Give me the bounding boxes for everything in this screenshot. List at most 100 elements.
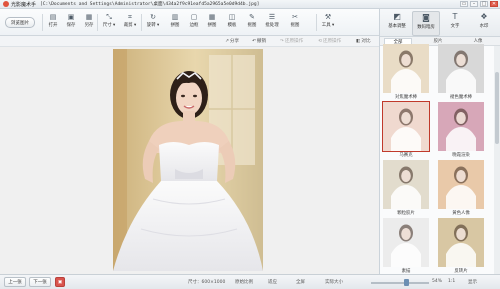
restore-button[interactable]: ⟲ 还原操作 [318, 38, 341, 45]
tool-button-0[interactable]: ▤ 打开 [45, 12, 61, 34]
tab-watermark[interactable]: ❖ 水印 [470, 11, 498, 36]
image-canvas[interactable] [0, 47, 379, 274]
panel-scrollbar[interactable] [494, 46, 500, 274]
tool-button-5[interactable]: ↻ 旋转 ▾ [145, 12, 161, 34]
scrollbar-thumb[interactable] [495, 72, 499, 144]
save-as-icon: ▦ [85, 13, 93, 21]
app-name: 光影魔术手 [11, 1, 37, 8]
previous-image-button[interactable]: 上一张 [4, 277, 26, 287]
effect-preview-image [383, 160, 429, 209]
effects-panel: ◩ 基本调整 ◙ 数码暗房 T 文字 ❖ 水印 全部 胶片 人像 对焦魔术棒 褪色… [379, 9, 500, 274]
tool-label: 模板 [227, 23, 237, 28]
effect-preview-image [383, 218, 429, 267]
fit-button[interactable]: 适应 [268, 279, 277, 285]
adjust-icon: ◩ [393, 12, 401, 21]
save-icon: ▣ [67, 13, 75, 21]
tool-label: 拼图 [207, 23, 217, 28]
redo-button[interactable]: ↷ 还原操作 [280, 38, 304, 45]
fullscreen-button[interactable]: 全屏 [296, 279, 305, 285]
tool-button-1[interactable]: ▣ 保存 [63, 12, 79, 34]
effect-preview-image [382, 101, 430, 152]
effect-thumbnail[interactable]: 褪色魔术棒 [436, 44, 486, 102]
effect-thumbnail[interactable]: 对焦魔术棒 [381, 44, 431, 102]
share-label: 分享 [229, 39, 240, 44]
share-icon: ↗ [225, 38, 229, 44]
redo-label: 还原操作 [284, 39, 304, 44]
collage-icon: ▥ [171, 13, 179, 21]
zoom-slider[interactable] [371, 282, 429, 284]
effect-thumbnail[interactable]: 颗粒胶片 [381, 160, 431, 218]
tool-button-7[interactable]: ▢ 边框 [186, 12, 202, 34]
tool-button-8[interactable]: ▦ 拼图 [204, 12, 220, 34]
darkroom-icon: ◙ [422, 13, 430, 22]
panel-tabs: ◩ 基本调整 ◙ 数码暗房 T 文字 ❖ 水印 [380, 9, 500, 37]
tool-label: 旋转 ▾ [146, 23, 160, 28]
open-folder-icon: ▤ [49, 13, 57, 21]
effect-thumbnail[interactable]: 素描 [381, 218, 431, 276]
tool-button-13[interactable]: ⚒ 工具 ▾ [320, 12, 336, 34]
effect-label: 颗粒胶片 [397, 211, 415, 216]
image-size: 尺寸：600×1000 [188, 280, 226, 285]
effect-label: 对焦魔术棒 [395, 95, 417, 100]
effect-preview-image [438, 102, 484, 151]
tool-button-2[interactable]: ▦ 另存 [81, 12, 97, 34]
minimize-icon[interactable]: – [470, 1, 478, 7]
original-ratio-button[interactable]: 原始比例 [235, 279, 253, 285]
tool-button-10[interactable]: ✎ 抠图 [244, 12, 260, 34]
maximize-icon[interactable]: □ [480, 1, 488, 7]
compare-button[interactable]: ◧ 对比 [356, 38, 371, 45]
effect-preview-image [438, 160, 484, 209]
toolbar-divider [97, 14, 98, 31]
redo-icon: ↷ [280, 38, 284, 44]
effect-thumbnail[interactable]: 晚霞渲染 [436, 102, 486, 160]
app-logo-icon [3, 1, 9, 7]
tab-label: 基本调整 [388, 24, 406, 29]
tool-button-11[interactable]: ☰ 批处理 [264, 12, 280, 34]
effect-preview-image [438, 44, 484, 93]
tool-label: 打开 [48, 23, 58, 28]
tool-label: 拼图 [170, 23, 180, 28]
tools-icon: ⚒ [324, 13, 332, 21]
effect-thumbnail[interactable]: 黄色人像 [436, 160, 486, 218]
tool-button-3[interactable]: ⤡ 尺寸 ▾ [101, 12, 117, 34]
undo-icon: ↶ [252, 38, 256, 44]
main-toolbar: 浏览图片 ▤ 打开 ▣ 保存 ▦ 另存 ⤡ 尺寸 ▾ ⌗ 裁剪 ▾ ↻ 旋转 ▾ ▥ 拼图 ▢ 边框 ▦ 拼图 ◫ 模… [0, 9, 379, 36]
tool-label: 抠图 [247, 23, 257, 28]
edit-subbar: ↗ 分享 ↶ 撤销 ↷ 还原操作 ⟲ 还原操作 ◧ 对比 [0, 36, 379, 47]
display-more-button[interactable]: 显示 [468, 279, 477, 285]
browse-images-button[interactable]: 浏览图片 [5, 17, 35, 28]
tool-label: 裁剪 ▾ [123, 23, 137, 28]
tool-label: 边框 [189, 23, 199, 28]
tool-label: 尺寸 ▾ [102, 23, 116, 28]
crop-icon: ⌗ [128, 13, 132, 21]
effect-label: 马赛克 [399, 153, 413, 158]
effect-thumbnail[interactable]: 马赛克 [381, 101, 431, 160]
restore-icon[interactable]: ▭ [460, 1, 468, 7]
frame-icon: ▢ [190, 13, 198, 21]
zoom-slider-handle[interactable] [404, 279, 409, 286]
undo-label: 撤销 [256, 39, 267, 44]
tool-button-12[interactable]: ✂ 抠图 [287, 12, 303, 34]
tool-label: 工具 ▾ [321, 23, 335, 28]
compare-label: 对比 [361, 39, 371, 44]
tab-basic-adjust[interactable]: ◩ 基本调整 [383, 11, 411, 36]
zoom-percent: 54% [432, 279, 443, 284]
ratio-one-to-one[interactable]: 1:1 [448, 279, 455, 284]
restore-op-icon: ⟲ [318, 38, 322, 44]
actual-size-button[interactable]: 实际大小 [325, 279, 343, 285]
tool-button-6[interactable]: ▥ 拼图 [167, 12, 183, 34]
share-button[interactable]: ↗ 分享 [225, 38, 240, 45]
close-icon[interactable]: ✕ [490, 1, 498, 7]
tool-button-4[interactable]: ⌗ 裁剪 ▾ [122, 12, 138, 34]
tool-button-9[interactable]: ◫ 模板 [224, 12, 240, 34]
effect-thumbnail[interactable]: 反转片 [436, 218, 486, 276]
watermark-icon: ❖ [480, 12, 488, 21]
undo-button[interactable]: ↶ 撤销 [252, 38, 267, 45]
effect-thumbnails: 对焦魔术棒 褪色魔术棒马赛克 晚霞渲染颗粒胶片 黄色人像 素描 反转片 [380, 44, 494, 276]
next-image-button[interactable]: 下一张 [29, 277, 51, 287]
tab-text[interactable]: T 文字 [441, 11, 469, 36]
puzzle-icon: ▦ [208, 13, 216, 21]
delete-icon[interactable]: ▣ [55, 277, 65, 287]
tab-label: 数码暗房 [417, 25, 435, 30]
tab-digital-darkroom[interactable]: ◙ 数码暗房 [412, 11, 440, 36]
